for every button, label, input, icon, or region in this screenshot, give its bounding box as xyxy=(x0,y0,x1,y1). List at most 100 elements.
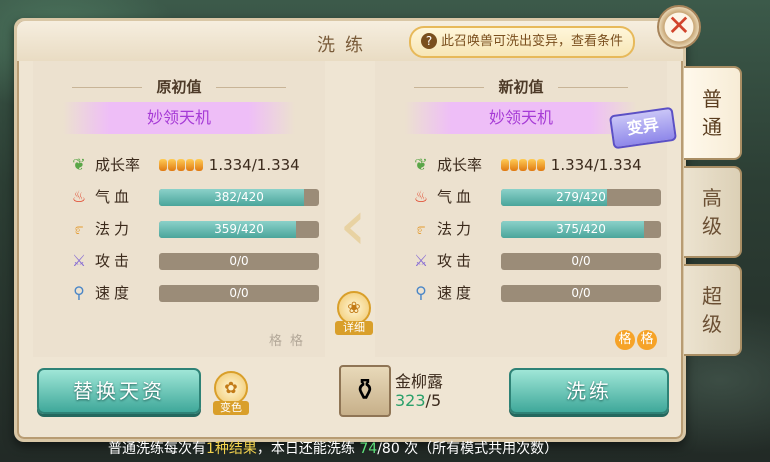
stat-row-spd: ⚲ 速度 0/0 xyxy=(69,283,329,303)
original-pet-name: 妙领天机 xyxy=(63,102,295,134)
tab-label: 普通 xyxy=(702,87,722,139)
stat-value: 375/420 xyxy=(556,222,606,236)
blood-drop-icon: ♨ xyxy=(413,187,429,206)
item-count-current: 323 xyxy=(395,391,426,410)
stat-label: 攻击 xyxy=(95,252,134,270)
leaf-icon: ❦ xyxy=(72,155,86,174)
change-color-button[interactable]: ✿ 变色 xyxy=(213,371,249,415)
wash-button[interactable]: 洗练 xyxy=(509,368,669,414)
stat-label: 攻击 xyxy=(437,252,476,270)
footer-text: 普通洗练每次有 xyxy=(108,441,206,457)
close-button[interactable]: ✕ xyxy=(657,5,701,49)
original-values-header: 原初值 xyxy=(33,76,325,97)
growth-label: 成长率 xyxy=(95,156,141,174)
stat-bar: 382/420 xyxy=(159,189,319,206)
stat-label: 气血 xyxy=(95,188,134,206)
growth-pill-icon xyxy=(159,159,167,171)
dye-icon: ✿ xyxy=(214,371,248,405)
grid-marker: 格 xyxy=(637,330,657,350)
stat-row-hp: ♨ 气血 279/420 xyxy=(411,187,671,207)
stat-label: 速度 xyxy=(95,284,134,302)
blood-drop-icon: ♨ xyxy=(71,187,87,206)
stat-bar: 0/0 xyxy=(501,253,661,270)
growth-pill-icon xyxy=(195,159,203,171)
stat-value: 0/0 xyxy=(229,286,249,300)
stat-value: 382/420 xyxy=(214,190,264,204)
scroll-icon: ❀ xyxy=(337,291,371,325)
growth-pill-icon xyxy=(519,159,527,171)
stat-row-hp: ♨ 气血 382/420 xyxy=(69,187,329,207)
arrow-left-icon: ‹ xyxy=(339,184,367,266)
sword-icon: ⚔ xyxy=(71,251,87,270)
item-name: 金柳露 xyxy=(395,372,444,391)
stat-bar: 0/0 xyxy=(501,285,661,302)
grid-marker: 格 xyxy=(615,330,635,350)
growth-value: 1.334/1.334 xyxy=(550,156,642,174)
growth-value: 1.334/1.334 xyxy=(208,156,300,174)
item-count-total: /5 xyxy=(425,391,442,410)
grid-markers: 格格 xyxy=(269,330,311,349)
growth-pill-icon xyxy=(168,159,176,171)
stat-row-atk: ⚔ 攻击 0/0 xyxy=(69,251,329,271)
growth-label: 成长率 xyxy=(437,156,483,174)
potion-vase-icon[interactable]: ⚱ xyxy=(339,365,391,417)
new-values-header: 新初值 xyxy=(375,76,667,97)
growth-pill-icon xyxy=(177,159,185,171)
mana-swirl-icon: ೯ xyxy=(74,219,84,238)
stat-value: 0/0 xyxy=(229,254,249,268)
growth-pill-icon xyxy=(528,159,536,171)
stat-value: 0/0 xyxy=(571,286,591,300)
stat-row-mp: ೯ 法力 375/420 xyxy=(411,219,671,239)
tab-label: 高级 xyxy=(702,186,722,238)
detail-button[interactable]: ❀ 详细 xyxy=(335,291,373,337)
stat-label: 速度 xyxy=(437,284,476,302)
tab-advanced[interactable]: 高级 xyxy=(684,166,742,258)
stat-bar: 279/420 xyxy=(501,189,661,206)
grid-marker: 格 xyxy=(290,334,304,349)
growth-pill-icon xyxy=(510,159,518,171)
leaf-icon: ❦ xyxy=(414,155,428,174)
sword-icon: ⚔ xyxy=(413,251,429,270)
tab-super[interactable]: 超级 xyxy=(684,264,742,356)
growth-row: ❦ 成长率 1.334/1.334 xyxy=(69,155,329,175)
boot-icon: ⚲ xyxy=(415,283,427,302)
stat-label: 法力 xyxy=(95,220,134,238)
stat-value: 279/420 xyxy=(556,190,606,204)
hint-text: 此召唤兽可洗出变异，查看条件 xyxy=(441,34,624,49)
item-count: 323/5 xyxy=(395,391,441,410)
wash-dialog: 洗练 ? 此召唤兽可洗出变异，查看条件 原初值 妙领天机 ❦ 成长率 1.334/… xyxy=(14,18,686,442)
stat-bar: 0/0 xyxy=(159,285,319,302)
grid-markers: 格格 xyxy=(615,330,659,350)
footer-text: ，本日还能洗练 xyxy=(256,441,360,457)
stat-label: 气血 xyxy=(437,188,476,206)
stat-label: 法力 xyxy=(437,220,476,238)
replace-aptitude-button[interactable]: 替换天资 xyxy=(37,368,201,414)
dialog-header: 洗练 ? 此召唤兽可洗出变异，查看条件 xyxy=(17,21,683,61)
growth-pill-icon xyxy=(186,159,194,171)
tab-label: 超级 xyxy=(702,284,722,336)
grid-marker: 格 xyxy=(269,334,283,349)
growth-row: ❦ 成长率 1.334/1.334 xyxy=(411,155,671,175)
footer-result-count: 1种结果 xyxy=(206,441,257,457)
dialog-title: 洗练 xyxy=(317,35,373,56)
original-values-panel: 原初值 妙领天机 ❦ 成长率 1.334/1.334 ♨ 气血 382/420 … xyxy=(33,61,325,357)
stat-row-atk: ⚔ 攻击 0/0 xyxy=(411,251,671,271)
mutation-badge: 变异 xyxy=(608,106,678,150)
change-color-label: 变色 xyxy=(213,401,249,415)
new-pet-name: 妙领天机 xyxy=(405,102,637,134)
boot-icon: ⚲ xyxy=(73,283,85,302)
stat-row-mp: ೯ 法力 359/420 xyxy=(69,219,329,239)
wash-info-footer: 普通洗练每次有1种结果，本日还能洗练 74/80 次（所有模式共用次数） xyxy=(108,438,558,458)
tab-normal[interactable]: 普通 xyxy=(684,66,742,160)
new-values-panel: 新初值 妙领天机 变异 ❦ 成长率 1.334/1.334 ♨ 气血 279/4… xyxy=(375,61,678,357)
footer-remaining: 74 xyxy=(359,441,378,457)
stat-row-spd: ⚲ 速度 0/0 xyxy=(411,283,671,303)
mana-swirl-icon: ೯ xyxy=(416,219,426,238)
detail-label: 详细 xyxy=(335,321,373,335)
stat-value: 359/420 xyxy=(214,222,264,236)
mutation-hint-button[interactable]: ? 此召唤兽可洗出变异，查看条件 xyxy=(409,26,636,58)
stat-bar: 359/420 xyxy=(159,221,319,238)
question-icon: ? xyxy=(421,33,437,49)
stat-value: 0/0 xyxy=(571,254,591,268)
growth-pill-icon xyxy=(501,159,509,171)
